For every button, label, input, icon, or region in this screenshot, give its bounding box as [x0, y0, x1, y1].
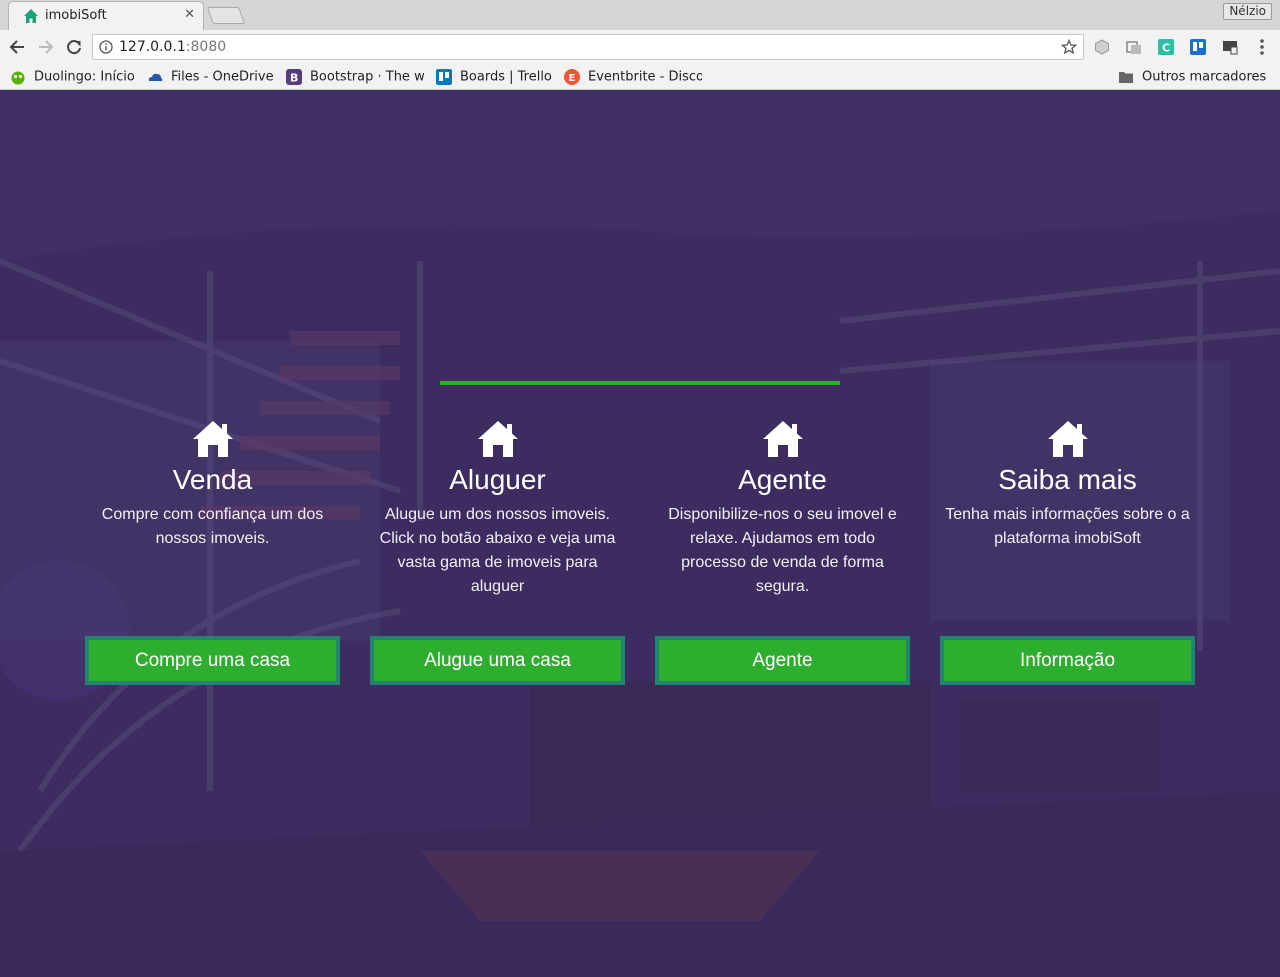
- svg-text:C: C: [1162, 42, 1170, 55]
- extension-tabs-icon[interactable]: [1126, 39, 1142, 55]
- profile-button[interactable]: Nélzio: [1223, 3, 1272, 20]
- bookmark-duolingo[interactable]: Duolingo: Início: [10, 68, 138, 86]
- bootstrap-icon: B: [286, 68, 302, 85]
- extension-cube-icon[interactable]: [1094, 39, 1110, 55]
- forward-arrow-icon[interactable]: [37, 38, 55, 56]
- feature-description: Alugue um dos nossos imoveis. Click no b…: [379, 506, 616, 595]
- buy-house-button[interactable]: Compre uma casa: [85, 636, 340, 685]
- svg-text:E: E: [569, 73, 576, 84]
- trello-extension-icon[interactable]: [1190, 39, 1206, 55]
- extension-screen-icon[interactable]: [1222, 39, 1238, 55]
- accent-divider: [440, 381, 840, 385]
- eventbrite-icon: E: [564, 68, 580, 85]
- onedrive-icon: [148, 73, 163, 81]
- bookmark-star-icon[interactable]: [1061, 39, 1077, 55]
- feature-description: Compre com confiança um dos nossos imove…: [101, 506, 324, 547]
- feature-description: Tenha mais informações sobre o a platafo…: [945, 506, 1190, 547]
- bookmark-eventbrite[interactable]: E Eventbrite - Disco: [564, 68, 702, 86]
- feature-title: Venda: [172, 464, 253, 495]
- reload-icon[interactable]: [65, 38, 83, 56]
- agent-button[interactable]: Agente: [655, 636, 910, 685]
- back-arrow-icon[interactable]: [8, 38, 26, 56]
- tab-strip: imobiSoft ✕ Nélzio: [0, 0, 1280, 30]
- information-button[interactable]: Informação: [940, 636, 1195, 685]
- house-icon: [477, 421, 518, 457]
- bookmarks-bar: Duolingo: Início Files - OneDrive B Boots…: [0, 64, 1280, 90]
- extension-c-icon[interactable]: C: [1158, 39, 1174, 55]
- bookmark-bootstrap[interactable]: B Bootstrap · The w: [286, 68, 424, 86]
- folder-icon: [1119, 71, 1133, 83]
- rent-house-button[interactable]: Alugue uma casa: [370, 636, 625, 685]
- other-bookmarks-folder[interactable]: Outros marcadores: [1118, 68, 1278, 86]
- feature-title: Saiba mais: [998, 464, 1137, 495]
- feature-title: Aluguer: [449, 464, 546, 495]
- new-tab-button[interactable]: [206, 7, 246, 24]
- browser-toolbar: 127.0.0.1:8080 C: [0, 30, 1280, 64]
- trello-icon: [436, 68, 452, 85]
- duolingo-icon: [11, 71, 25, 85]
- bookmark-trello[interactable]: Boards | Trello: [436, 68, 556, 86]
- house-icon: [1047, 421, 1088, 457]
- bookmark-onedrive[interactable]: Files - OneDrive: [147, 68, 277, 86]
- close-tab-icon[interactable]: ✕: [184, 7, 195, 22]
- info-icon[interactable]: [99, 40, 113, 54]
- house-icon: [762, 421, 803, 457]
- feature-saiba-mais: Saiba mais Tenha mais informações sobre …: [925, 419, 1210, 551]
- feature-description: Disponibilize-nos o seu imovel e relaxe.…: [668, 506, 897, 595]
- menu-kebab-icon[interactable]: [1254, 38, 1270, 56]
- feature-agente: Agente Disponibilize-nos o seu imovel e …: [640, 419, 925, 599]
- house-icon: [192, 421, 233, 457]
- browser-tab[interactable]: imobiSoft ✕: [8, 1, 204, 30]
- house-favicon-icon: [24, 9, 38, 23]
- feature-venda: Venda Compre com confiança um dos nossos…: [70, 419, 355, 551]
- address-bar[interactable]: 127.0.0.1:8080: [92, 34, 1084, 60]
- hero-section: Venda Compre com confiança um dos nossos…: [0, 91, 1280, 977]
- url-text: 127.0.0.1:8080: [119, 39, 227, 55]
- tab-title: imobiSoft: [45, 8, 107, 23]
- feature-title: Agente: [738, 464, 827, 495]
- svg-text:B: B: [290, 71, 298, 84]
- feature-aluguer: Aluguer Alugue um dos nossos imoveis. Cl…: [355, 419, 640, 599]
